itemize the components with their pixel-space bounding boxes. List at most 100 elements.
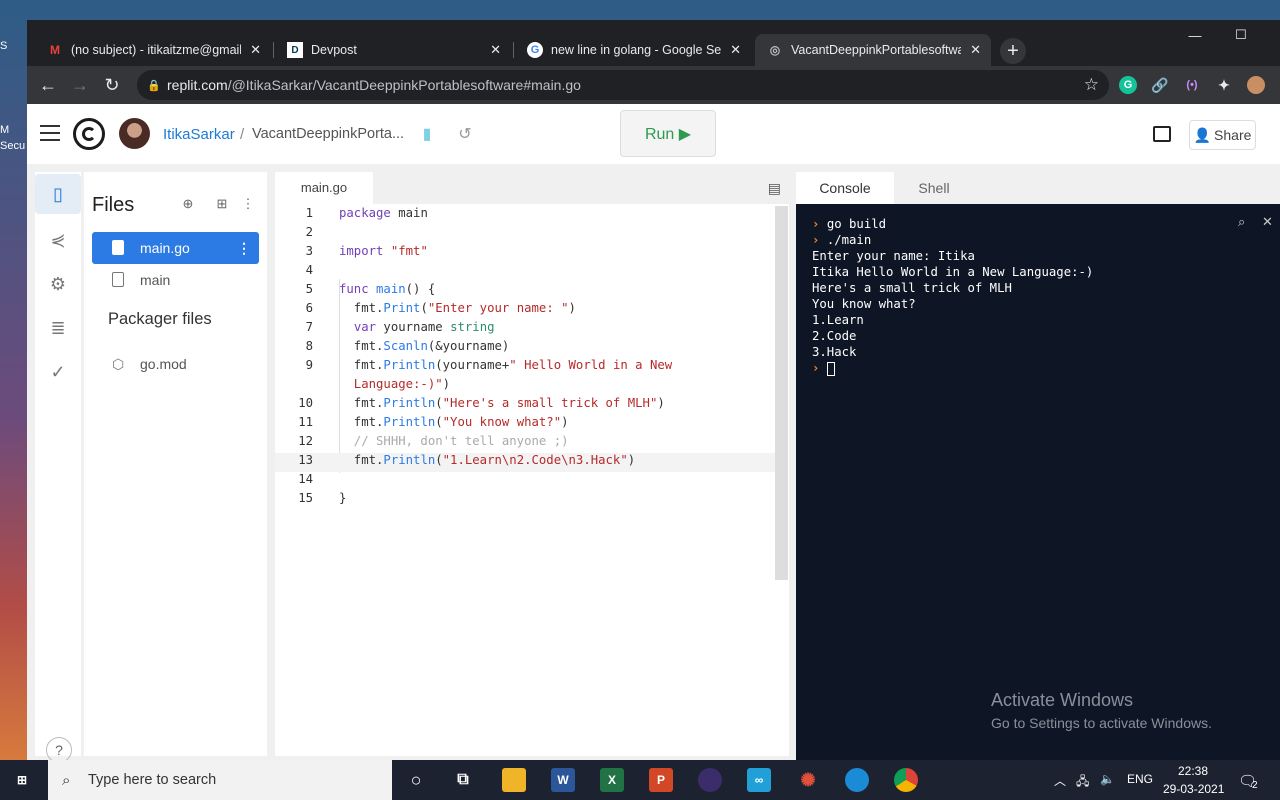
close-icon[interactable]: ✕	[970, 42, 981, 58]
google-icon: G	[527, 42, 543, 58]
language-indicator[interactable]: ENG	[1127, 772, 1153, 786]
search-icon[interactable]: ⌕	[1238, 214, 1245, 230]
file-item-main[interactable]: main	[92, 264, 259, 296]
desktop-icon-label[interactable]: S	[0, 40, 28, 56]
desktop-icon-label[interactable]: M	[0, 124, 28, 140]
file-explorer-icon[interactable]	[502, 768, 526, 792]
minimize-button[interactable]: —	[1172, 20, 1218, 50]
new-folder-icon[interactable]: ⊞	[214, 196, 230, 212]
files-title: Files	[92, 194, 135, 216]
file-item-go-mod[interactable]: ⬡ go.mod	[92, 348, 259, 380]
app-icon[interactable]: ✺	[796, 768, 820, 792]
share-label: Share	[1214, 127, 1252, 143]
tab-devpost[interactable]: D Devpost ✕	[275, 34, 511, 66]
files-icon[interactable]: ▯	[35, 174, 81, 214]
avatar[interactable]	[119, 118, 150, 149]
code-line: 3 import "fmt"	[305, 244, 428, 258]
code-line: 1 package main	[305, 206, 428, 220]
replit-header: ItikaSarkar / VacantDeeppinkPorta... ▮ ↺…	[27, 104, 1280, 164]
tab-console[interactable]: Console	[796, 172, 894, 204]
version-control-icon[interactable]: ⋞	[35, 220, 81, 260]
edge-icon[interactable]	[845, 768, 869, 792]
address-bar[interactable]: 🔒 replit.com/@ItikaSarkar/VacantDeeppink…	[137, 70, 1109, 100]
menu-icon[interactable]	[40, 125, 60, 141]
arduino-icon[interactable]: ∞	[747, 768, 771, 792]
activation-watermark: Activate Windows Go to Settings to activ…	[991, 690, 1212, 731]
new-file-icon[interactable]: ⊕	[180, 196, 196, 212]
tab-title: new line in golang - Google Sear	[551, 43, 721, 57]
grammarly-icon[interactable]: G	[1119, 76, 1137, 94]
clock-date[interactable]: 29-03-2021	[1163, 782, 1224, 796]
extensions-icon[interactable]: ✦	[1215, 76, 1233, 94]
database-icon[interactable]: ≣	[35, 308, 81, 348]
file-icon	[112, 272, 124, 287]
repl-name[interactable]: VacantDeeppinkPorta...	[252, 126, 404, 142]
taskbar-search[interactable]: ⌕ Type here to search	[48, 760, 392, 800]
windows-start-icon[interactable]: ⊞	[12, 770, 32, 790]
desktop-icon-label[interactable]: Secu	[0, 140, 28, 156]
files-panel: Files ⊕ ⊞ ⋮ main.go ⋮ main Packager file…	[84, 172, 267, 756]
eclipse-icon[interactable]	[698, 768, 722, 792]
network-icon[interactable]: 🖧	[1076, 772, 1089, 793]
kebab-icon[interactable]: ⋮	[237, 240, 251, 257]
code-line: 7 var yourname string	[305, 320, 495, 334]
tab-gmail[interactable]: M (no subject) - itikaitzme@gmail.c ✕	[35, 34, 271, 66]
tab-google[interactable]: G new line in golang - Google Sear ✕	[515, 34, 751, 66]
close-icon[interactable]: ✕	[250, 42, 261, 58]
code-line: 11 fmt.Println("You know what?")	[298, 415, 569, 429]
browser-window: M (no subject) - itikaitzme@gmail.c ✕ D …	[27, 20, 1280, 760]
profile-avatar[interactable]	[1247, 76, 1265, 94]
username-link[interactable]: ItikaSarkar	[163, 126, 235, 143]
replit-icon: ◎	[769, 43, 781, 57]
help-icon[interactable]: ?	[46, 737, 72, 760]
format-icon[interactable]: ▤	[768, 180, 781, 197]
replit-logo-icon[interactable]	[73, 118, 105, 150]
bookmark-star-icon[interactable]: ☆	[1084, 75, 1099, 95]
add-user-icon: 👤	[1193, 126, 1212, 143]
close-icon[interactable]: ✕	[730, 42, 741, 58]
new-tab-button[interactable]: +	[1000, 38, 1026, 64]
word-icon[interactable]: W	[551, 768, 575, 792]
maximize-button[interactable]: ☐	[1218, 20, 1264, 50]
volume-icon[interactable]: 🔈	[1100, 772, 1115, 786]
tray-chevron-icon[interactable]: ︿	[1054, 772, 1066, 789]
broadcast-icon[interactable]: (•)	[1183, 76, 1201, 94]
panel-tabs: Console Shell	[796, 172, 1280, 204]
chat-icon[interactable]	[1153, 126, 1171, 142]
link-icon[interactable]: 🔗	[1151, 76, 1169, 94]
share-button[interactable]: 👤 Share	[1189, 120, 1256, 150]
file-item-main-go[interactable]: main.go ⋮	[92, 232, 259, 264]
forward-icon[interactable]: →	[67, 72, 93, 98]
trash-icon[interactable]: ▮	[417, 124, 437, 144]
back-icon[interactable]: ←	[35, 72, 61, 98]
tab-replit[interactable]: ◎ VacantDeeppinkPortablesoftware ✕	[755, 34, 991, 66]
code-line: 6 fmt.Print("Enter your name: ")	[305, 301, 576, 315]
clock-time[interactable]: 22:38	[1178, 764, 1208, 778]
task-view-icon[interactable]: ⧉	[451, 768, 475, 792]
toolbar: ← → ↻ 🔒 replit.com/@ItikaSarkar/VacantDe…	[27, 66, 1280, 104]
excel-icon[interactable]: X	[600, 768, 624, 792]
tab-shell[interactable]: Shell	[894, 172, 974, 204]
cortana-icon[interactable]: ○	[404, 768, 428, 792]
reload-icon[interactable]: ↻	[99, 72, 125, 98]
workspace: ▯ ⋞ ⚙ ≣ ✓ ? Files ⊕ ⊞ ⋮ main.go ⋮ main P…	[27, 164, 1280, 760]
settings-icon[interactable]: ⚙	[35, 264, 81, 304]
chrome-icon[interactable]	[894, 768, 918, 792]
url-host: replit.com	[167, 77, 228, 93]
console-output[interactable]: › go build › ./main Enter your name: Iti…	[812, 216, 1093, 376]
close-icon[interactable]: ✕	[490, 42, 501, 58]
code-line: 10 fmt.Println("Here's a small trick of …	[298, 396, 665, 410]
more-options-icon[interactable]: ⋮	[240, 196, 256, 212]
history-icon[interactable]: ↺	[455, 124, 475, 144]
taskbar: ⊞ ⌕ Type here to search ○ ⧉ W X P ∞ ✺ ︿ …	[0, 760, 1280, 800]
code-editor[interactable]: main.go ▤ 1 package main 2 3 import "fmt" …	[275, 172, 789, 756]
search-icon: ⌕	[62, 771, 71, 789]
checkmark-icon[interactable]: ✓	[35, 352, 81, 392]
run-button[interactable]: Run ▶	[620, 110, 716, 157]
editor-scrollbar[interactable]	[775, 206, 788, 580]
packager-title: Packager files	[108, 310, 212, 328]
close-icon[interactable]: ✕	[1262, 214, 1273, 230]
file-icon	[112, 240, 124, 255]
powerpoint-icon[interactable]: P	[649, 768, 673, 792]
tab-main-go[interactable]: main.go	[275, 172, 373, 204]
